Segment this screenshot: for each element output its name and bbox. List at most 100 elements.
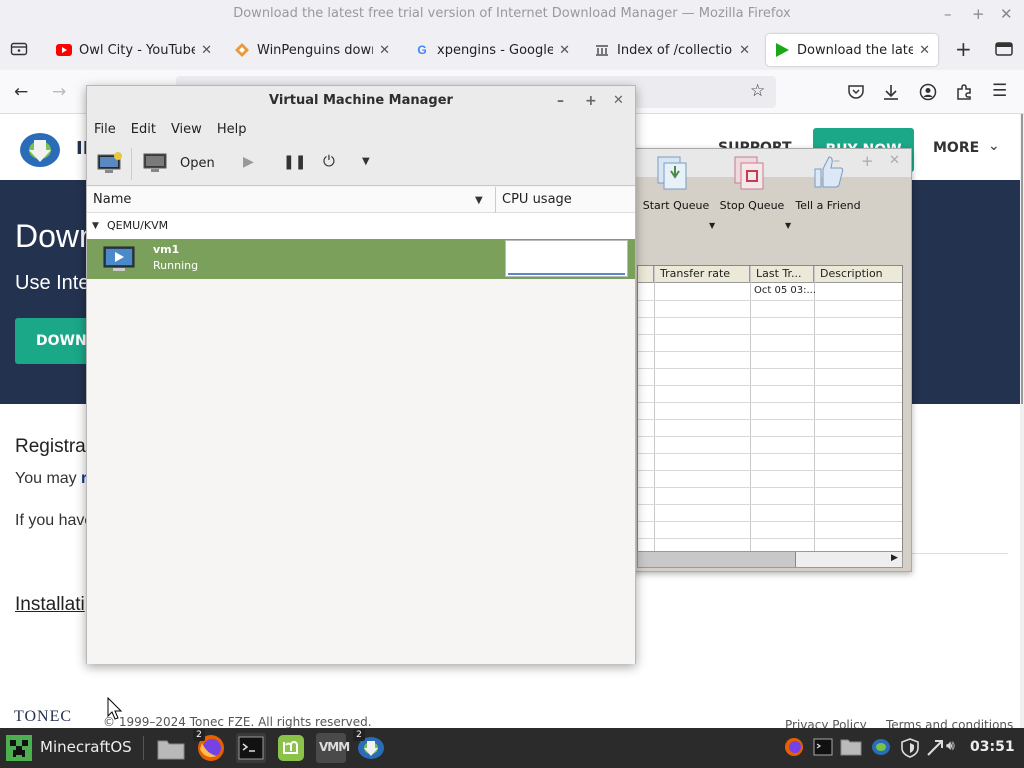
vmm-maximize-icon[interactable]: + bbox=[585, 92, 597, 110]
menu-icon[interactable]: ☰ bbox=[992, 81, 1007, 101]
maximize-icon[interactable]: + bbox=[972, 0, 985, 28]
mint-taskbar-button[interactable] bbox=[276, 733, 306, 763]
clock[interactable]: 03:51 bbox=[970, 739, 1015, 755]
pause-icon[interactable]: ❚❚ bbox=[283, 154, 306, 170]
idm-maximize-icon[interactable]: + bbox=[861, 152, 874, 170]
idm-taskbar-button[interactable]: 2 bbox=[353, 729, 386, 763]
tab-google[interactable]: G xpengins - Google Se ✕ bbox=[406, 34, 578, 66]
youtube-icon bbox=[56, 42, 72, 58]
firefox-window-title: Download the latest free trial version o… bbox=[233, 6, 791, 21]
column-header-last-try[interactable]: Last Tr... bbox=[750, 266, 814, 283]
grid-row-line bbox=[638, 453, 902, 454]
start-queue-icon bbox=[656, 155, 690, 194]
menu-help[interactable]: Help bbox=[217, 122, 247, 137]
tab-winpenguins[interactable]: WinPenguins downlo ✕ bbox=[226, 34, 398, 66]
new-vm-icon[interactable] bbox=[97, 152, 123, 178]
start-queue-dropdown-icon[interactable]: ▼ bbox=[709, 221, 715, 230]
menu-file[interactable]: File bbox=[94, 122, 116, 137]
firefox-taskbar-button[interactable]: 2 bbox=[193, 729, 226, 763]
vm-status: Running bbox=[153, 259, 199, 272]
tab-bar: Owl City - YouTube ✕ WinPenguins downlo … bbox=[0, 30, 1024, 70]
page-scrollbar[interactable] bbox=[1020, 114, 1024, 728]
stop-queue-button[interactable]: Stop Queue bbox=[719, 156, 785, 212]
vmm-taskbar-button[interactable]: VMM bbox=[316, 733, 350, 763]
window-count-badge: 2 bbox=[193, 729, 205, 741]
vmm-minimize-icon[interactable]: – bbox=[557, 92, 564, 110]
tray-firefox-icon[interactable] bbox=[784, 737, 804, 761]
download-list-table: Transfer rate Last Tr... Description Oct… bbox=[637, 265, 903, 553]
extensions-icon[interactable] bbox=[955, 83, 973, 105]
column-header-transfer-rate[interactable]: Transfer rate bbox=[654, 266, 750, 283]
firefox-title-bar: Download the latest free trial version o… bbox=[0, 0, 1024, 30]
expander-icon[interactable]: ▼ bbox=[92, 213, 99, 239]
open-button[interactable]: Open bbox=[141, 148, 225, 180]
pocket-icon[interactable] bbox=[847, 84, 865, 104]
vm-row[interactable]: vm1 Running bbox=[87, 239, 635, 279]
shield-icon[interactable] bbox=[901, 738, 919, 762]
idm-logo-icon[interactable] bbox=[18, 130, 62, 174]
volume-icon[interactable]: 🔊︎ bbox=[946, 738, 955, 754]
tab-idm-download[interactable]: Download the latest ✕ bbox=[766, 34, 938, 66]
taskbar-separator bbox=[143, 736, 144, 760]
registration-text: You may bbox=[15, 470, 77, 487]
tab-close-icon[interactable]: ✕ bbox=[201, 43, 212, 58]
tab-close-icon[interactable]: ✕ bbox=[559, 43, 570, 58]
column-header-description[interactable]: Description bbox=[814, 266, 902, 283]
column-name[interactable]: Name bbox=[93, 192, 131, 207]
grid-row-line bbox=[638, 368, 902, 369]
connection-row[interactable]: ▼ QEMU/KVM bbox=[87, 213, 635, 239]
downloads-icon[interactable] bbox=[882, 83, 900, 105]
tab-close-icon[interactable]: ✕ bbox=[739, 43, 750, 58]
grid-row-line bbox=[638, 504, 902, 505]
grid-column-line bbox=[750, 266, 751, 552]
minimize-icon[interactable]: – bbox=[944, 0, 952, 28]
new-tab-icon[interactable]: + bbox=[955, 37, 972, 61]
tell-friend-button[interactable]: Tell a Friend bbox=[795, 156, 861, 212]
sort-chevron-icon[interactable]: ▼ bbox=[475, 195, 483, 206]
horizontal-scrollbar[interactable]: ▶ bbox=[637, 551, 903, 568]
network-icon[interactable] bbox=[925, 738, 945, 762]
menu-view[interactable]: View bbox=[171, 122, 202, 137]
account-icon[interactable] bbox=[919, 83, 937, 105]
scroll-right-icon[interactable]: ▶ bbox=[891, 553, 898, 563]
tray-terminal-icon[interactable] bbox=[813, 737, 833, 761]
back-icon[interactable]: ← bbox=[14, 82, 28, 102]
installation-heading[interactable]: Installati bbox=[15, 594, 85, 616]
column-cpu-usage[interactable]: CPU usage bbox=[502, 192, 572, 207]
stop-queue-dropdown-icon[interactable]: ▼ bbox=[785, 221, 791, 230]
scrollbar-thumb[interactable] bbox=[638, 552, 796, 567]
start-queue-button[interactable]: Start Queue bbox=[641, 156, 711, 212]
tab-youtube[interactable]: Owl City - YouTube ✕ bbox=[48, 34, 220, 66]
vm-list-header: Name ▼ CPU usage bbox=[87, 187, 635, 213]
download-button[interactable]: DOWNL bbox=[15, 318, 96, 364]
terminal-taskbar-button[interactable] bbox=[236, 733, 266, 763]
files-launcher[interactable] bbox=[156, 733, 186, 763]
nav-more[interactable]: MORE bbox=[933, 140, 979, 156]
tab-archive-index[interactable]: Index of /collection/ ✕ bbox=[586, 34, 758, 66]
menu-edit[interactable]: Edit bbox=[131, 122, 156, 137]
chevron-down-icon[interactable]: ⌄ bbox=[988, 138, 1000, 154]
grid-row-line bbox=[638, 538, 902, 539]
tray-files-icon[interactable] bbox=[840, 738, 862, 760]
connection-label: QEMU/KVM bbox=[107, 219, 169, 232]
tab-close-icon[interactable]: ✕ bbox=[919, 43, 930, 58]
shutdown-menu-chevron-icon[interactable]: ▼ bbox=[362, 156, 370, 167]
start-menu-button[interactable]: MinecraftOS bbox=[0, 728, 140, 768]
tab-list-icon[interactable] bbox=[10, 40, 28, 56]
tray-idm-icon[interactable] bbox=[871, 738, 891, 760]
vmm-menu-bar: File Edit View Help bbox=[87, 116, 635, 142]
idm-close-icon[interactable]: ✕ bbox=[889, 153, 900, 168]
run-icon[interactable]: ▶ bbox=[243, 154, 254, 170]
download-last-try-cell[interactable]: Oct 05 03:... bbox=[754, 285, 816, 296]
forward-icon[interactable]: → bbox=[52, 82, 66, 102]
bookmark-star-icon[interactable]: ☆ bbox=[750, 81, 765, 101]
window-count-badge: 2 bbox=[353, 729, 365, 741]
close-icon[interactable]: ✕ bbox=[1000, 0, 1013, 28]
firefox-view-icon[interactable] bbox=[995, 42, 1013, 56]
column-separator bbox=[495, 187, 496, 213]
vmm-close-icon[interactable]: ✕ bbox=[613, 92, 624, 110]
power-icon[interactable]: ⏻ bbox=[323, 152, 335, 170]
tab-close-icon[interactable]: ✕ bbox=[379, 43, 390, 58]
scrollbar-thumb[interactable] bbox=[1021, 114, 1023, 404]
column-header[interactable] bbox=[638, 266, 654, 283]
